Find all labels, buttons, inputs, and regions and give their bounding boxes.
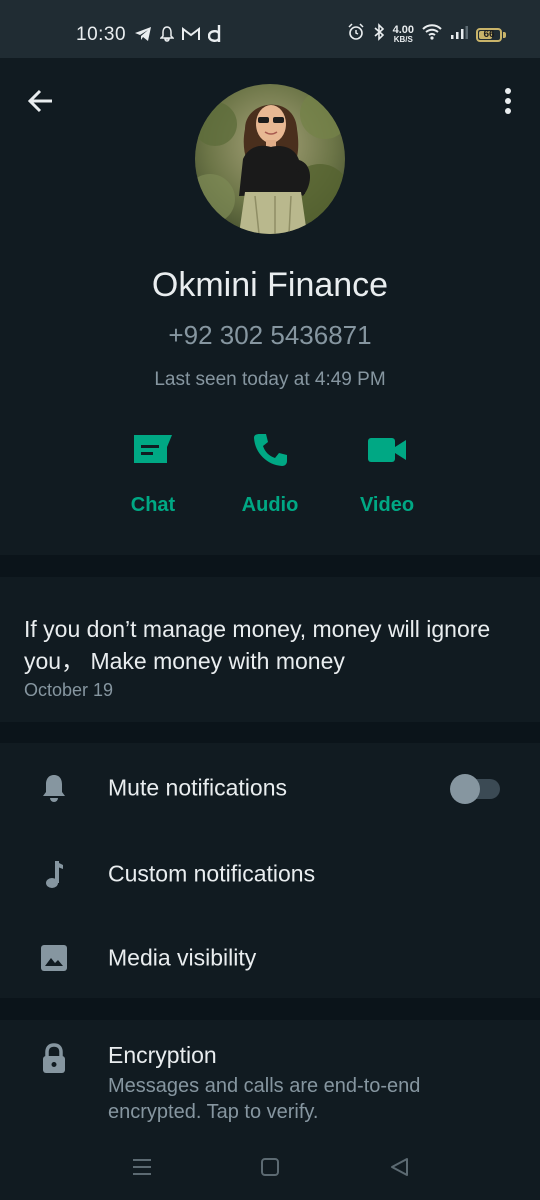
about-text: If you don’t manage money, money will ig… [24,616,491,674]
wifi-icon [422,24,442,45]
contact-name: Okmini Finance [151,266,389,304]
encryption-title: Encryption [108,1042,217,1068]
music-note-icon [36,856,72,892]
more-options-button[interactable] [496,84,520,118]
back-button[interactable] [24,84,58,118]
telegram-icon [134,26,152,47]
status-time: 10:30 [76,24,127,45]
chat-label: Chat [130,494,176,516]
phone-icon [254,434,287,466]
battery-icon: 66 [476,27,506,42]
bell-icon [36,770,72,806]
media-visibility-row[interactable]: Media visibility [0,916,540,1000]
battery-percent: 66 [483,29,495,40]
arrow-back-icon [28,89,52,113]
mute-toggle[interactable] [450,774,500,804]
profile-header: Okmini Finance +92 302 5436871 Last seen… [0,58,540,555]
last-seen: Last seen today at 4:49 PM [154,369,386,390]
gmail-icon [182,27,200,46]
bell-icon [159,26,175,47]
image-icon [36,940,72,976]
avatar[interactable] [195,84,345,234]
audio-label: Audio [241,494,299,516]
chat-button[interactable]: Chat [98,428,208,517]
audio-call-button[interactable]: Audio [215,428,325,517]
home-square-icon[interactable] [258,1155,282,1179]
back-triangle-icon[interactable] [387,1155,411,1179]
video-icon [368,438,406,462]
mute-notifications-row[interactable]: Mute notifications [0,746,540,830]
chat-icon [134,435,172,463]
contact-info-screen: 10:30 4.00 KB/S 66 Okmini Finance +92 30… [0,0,540,1200]
network-speed: 4.00 KB/S [392,23,414,44]
more-vert-icon [505,88,511,114]
video-call-button[interactable]: Video [332,428,442,517]
contact-phone: +92 302 5436871 [168,320,372,350]
lock-icon [40,1042,68,1076]
video-label: Video [359,494,415,516]
encryption-row[interactable]: Encryption Messages and calls are end-to… [0,1020,540,1133]
about-section[interactable]: If you don’t manage money, money will ig… [0,577,540,722]
daraz-d-icon [207,25,222,48]
custom-notifications-row[interactable]: Custom notifications [0,832,540,916]
alarm-icon [347,23,365,46]
custom-notifications-label: Custom notifications [108,860,316,887]
menu-lines-icon[interactable] [130,1155,154,1179]
bluetooth-icon [373,23,385,46]
about-date: October 19 [24,680,114,700]
system-icons: 4.00 KB/S 66 [347,23,506,46]
mute-notifications-label: Mute notifications [108,774,287,801]
settings-section: Mute notifications Custom notifications … [0,743,540,998]
system-navigation-bar [0,1133,540,1200]
encryption-description: Messages and calls are end-to-end encryp… [108,1075,421,1123]
signal-icon [450,25,468,44]
status-bar: 10:30 4.00 KB/S 66 [0,0,540,58]
media-visibility-label: Media visibility [108,944,257,971]
notification-icons [134,25,222,48]
